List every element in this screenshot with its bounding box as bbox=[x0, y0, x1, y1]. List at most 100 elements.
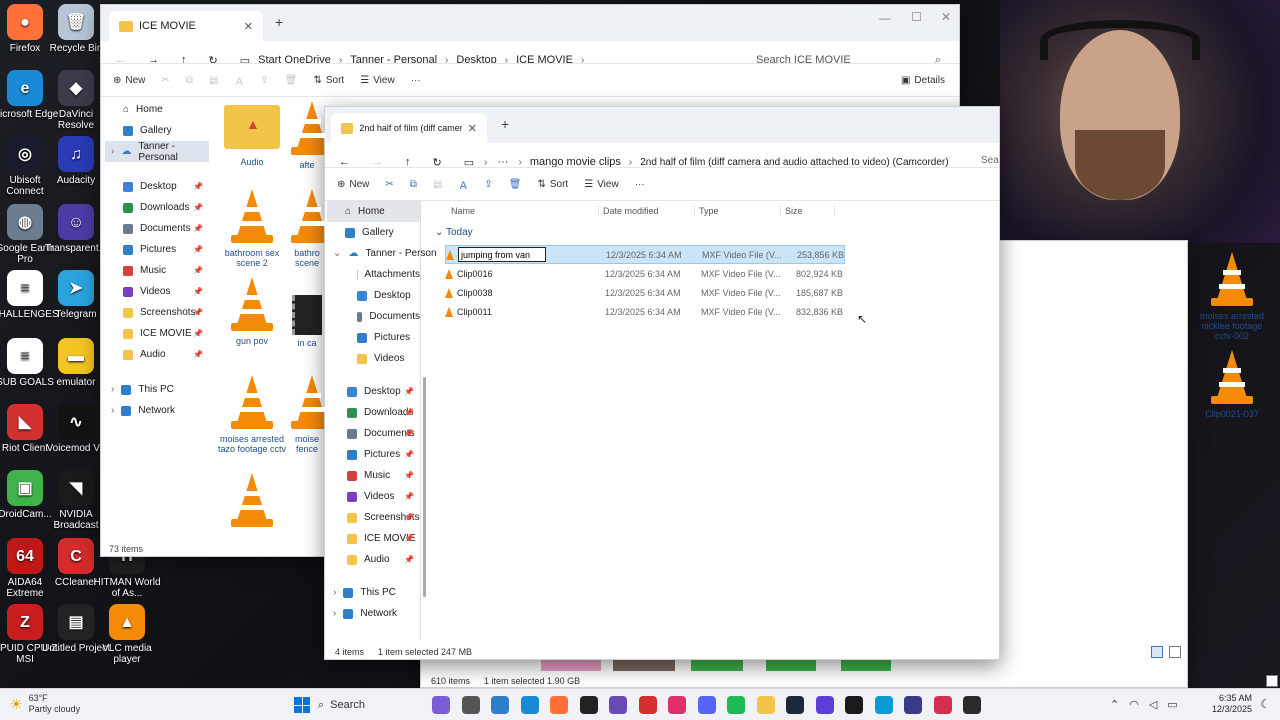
tab-2nd-half[interactable]: 2nd half of film (diff camera a ✕ bbox=[331, 113, 487, 143]
nav-item-ice-movie[interactable]: ICE MOVIE 📌 bbox=[105, 323, 209, 344]
rename-icon[interactable]: Ａ bbox=[450, 172, 476, 196]
app-icon[interactable] bbox=[963, 696, 981, 714]
copy-icon[interactable]: ⧉ bbox=[402, 172, 425, 196]
nav-item-screenshots[interactable]: Screenshots 📌 bbox=[105, 302, 209, 323]
wifi-icon[interactable]: ◠ bbox=[1129, 698, 1139, 711]
paste-icon[interactable]: ▤ bbox=[201, 68, 226, 92]
nav-scrollbar[interactable] bbox=[423, 377, 426, 597]
nav-item-attachments[interactable]: Attachments bbox=[327, 264, 420, 285]
desktop-icon[interactable]: ▲ VLC media player bbox=[92, 604, 162, 665]
maximize-icon[interactable]: ☐ bbox=[911, 10, 922, 24]
nav-item-music[interactable]: Music 📌 bbox=[327, 465, 420, 486]
nav-tanner-personal[interactable]: › ☁ Tanner - Personal bbox=[105, 141, 209, 163]
minimize-icon[interactable]: — bbox=[879, 11, 891, 25]
nav-gallery[interactable]: Gallery bbox=[105, 120, 209, 141]
right-file-clip0021[interactable]: Clip0021-037 bbox=[1197, 348, 1267, 419]
delete-icon[interactable]: 🗑 bbox=[277, 68, 306, 92]
share-icon[interactable]: ⇪ bbox=[476, 172, 500, 196]
firefox-icon[interactable] bbox=[550, 696, 568, 714]
nav-home[interactable]: ⌂ Home bbox=[327, 201, 420, 222]
file-bathro-scene[interactable]: bathro scene bbox=[287, 187, 327, 268]
spotify-icon[interactable] bbox=[727, 696, 745, 714]
start-button[interactable] bbox=[294, 697, 310, 713]
nav-item-pictures[interactable]: Pictures 📌 bbox=[327, 444, 420, 465]
view-button[interactable]: ☰ View bbox=[352, 68, 402, 92]
weather-widget[interactable]: ☀ 63°F Partly cloudy bbox=[10, 693, 80, 715]
nav-item-videos[interactable]: Videos 📌 bbox=[105, 281, 209, 302]
cut-icon[interactable]: ✂ bbox=[153, 68, 177, 92]
chevron-up-icon[interactable]: ⌃ bbox=[1110, 698, 1119, 711]
view-button[interactable]: ☰ View bbox=[576, 172, 626, 196]
file-row[interactable]: Clip0016 12/3/2025 6:34 AM MXF Video File … bbox=[445, 264, 845, 283]
obs-icon[interactable] bbox=[609, 696, 627, 714]
cut-icon[interactable]: ✂ bbox=[377, 172, 401, 196]
nav-item-documents[interactable]: Documents 📌 bbox=[327, 423, 420, 444]
more-options-button[interactable]: ··· bbox=[403, 68, 429, 92]
breadcrumb-2nd-half[interactable]: 2nd half of film (diff camera and audio … bbox=[632, 157, 956, 168]
file-explorer-icon[interactable] bbox=[491, 696, 509, 714]
clock[interactable]: 6:35 AM 12/3/2025 bbox=[1212, 693, 1252, 715]
volume-icon[interactable]: ◁ bbox=[1149, 698, 1157, 711]
file-row[interactable]: 12/3/2025 6:34 AM MXF Video File (V... 253… bbox=[445, 245, 845, 264]
search-input[interactable]: Sear bbox=[981, 155, 999, 166]
file-moises-arrested-tazo[interactable]: moises arrested tazo footage cctv bbox=[217, 373, 287, 454]
view-toggle-tiles[interactable] bbox=[1169, 646, 1181, 658]
new-tab-icon[interactable]: + bbox=[275, 14, 283, 30]
task-view-icon[interactable] bbox=[461, 696, 480, 714]
file-audio-folder[interactable]: ▲ Audio bbox=[217, 105, 287, 167]
fx-icon[interactable] bbox=[904, 696, 922, 714]
sort-button[interactable]: ⇅ Sort bbox=[305, 68, 352, 92]
nav-item-videos[interactable]: Videos bbox=[327, 348, 420, 369]
chatgpt-icon[interactable] bbox=[579, 696, 598, 714]
delete-icon[interactable]: 🗑 bbox=[501, 172, 530, 196]
nav-this-pc[interactable]: › This PC bbox=[105, 379, 209, 400]
file-partial[interactable] bbox=[217, 471, 287, 539]
taskbar-search[interactable]: ⌕ Search bbox=[318, 694, 418, 716]
nav-item-documents[interactable]: Documents bbox=[327, 306, 420, 327]
corner-toggle-icon[interactable] bbox=[1266, 675, 1278, 687]
file-bathroom-sex-scene-2[interactable]: bathroom sex scene 2 bbox=[217, 187, 287, 268]
group-today[interactable]: ⌄ Today bbox=[435, 227, 473, 238]
notification-icon[interactable]: ☾ bbox=[1260, 697, 1271, 711]
close-tab-icon[interactable]: ✕ bbox=[468, 122, 477, 135]
nav-item-downloads[interactable]: Downloads 📌 bbox=[327, 402, 420, 423]
new-button[interactable]: ⊕ New bbox=[105, 68, 153, 92]
nav-item-videos[interactable]: Videos 📌 bbox=[327, 486, 420, 507]
app-icon[interactable] bbox=[638, 696, 657, 714]
nav-network[interactable]: › Network bbox=[105, 400, 209, 421]
nav-item-audio[interactable]: Audio 📌 bbox=[105, 344, 209, 365]
nav-item-audio[interactable]: Audio 📌 bbox=[327, 549, 420, 570]
more-options-button[interactable]: ··· bbox=[627, 172, 653, 196]
file-row[interactable]: Clip0011 12/3/2025 6:34 AM MXF Video File … bbox=[445, 302, 845, 321]
new-tab-icon[interactable]: + bbox=[501, 116, 509, 132]
nav-item-pictures[interactable]: Pictures bbox=[327, 327, 420, 348]
tab-ice-movie[interactable]: ICE MOVIE ✕ bbox=[109, 11, 263, 41]
maps-icon[interactable] bbox=[933, 696, 952, 714]
view-toggle-details[interactable] bbox=[1151, 646, 1163, 658]
new-button[interactable]: ⊕ New bbox=[329, 172, 377, 196]
nav-item-screenshots[interactable]: Screenshots 📌 bbox=[327, 507, 420, 528]
widgets-icon[interactable] bbox=[432, 696, 450, 714]
file-in-ca[interactable]: in ca bbox=[287, 295, 327, 348]
column-name[interactable]: Name bbox=[433, 206, 599, 216]
nav-item-documents[interactable]: Documents 📌 bbox=[105, 218, 209, 239]
details-button[interactable]: ▣ Details bbox=[893, 68, 953, 92]
column-date[interactable]: Date modified bbox=[599, 206, 695, 216]
file-moise-fence[interactable]: moise fence bbox=[287, 373, 327, 454]
column-type[interactable]: Type bbox=[695, 206, 781, 216]
battery-icon[interactable]: ▭ bbox=[1167, 698, 1177, 711]
copy-icon[interactable]: ⧉ bbox=[178, 68, 201, 92]
rename-input[interactable] bbox=[458, 247, 546, 262]
right-file-moises-nicklee[interactable]: moises arrested nicklee footage cctv-002 bbox=[1197, 250, 1267, 341]
close-tab-icon[interactable]: ✕ bbox=[244, 20, 253, 33]
nav-item-desktop[interactable]: Desktop 📌 bbox=[105, 176, 209, 197]
nav-item-ice-movie[interactable]: ICE MOVIE 📌 bbox=[327, 528, 420, 549]
file-afte[interactable]: afte bbox=[287, 99, 327, 170]
nav-item-downloads[interactable]: Downloads 📌 bbox=[105, 197, 209, 218]
steam-icon[interactable] bbox=[786, 696, 804, 714]
explorer-icon[interactable] bbox=[756, 696, 775, 714]
file-row[interactable]: Clip0038 12/3/2025 6:34 AM MXF Video File … bbox=[445, 283, 845, 302]
nav-tanner-personal[interactable]: ⌄ ☁ Tanner - Person bbox=[327, 243, 437, 264]
nav-this-pc[interactable]: › This PC bbox=[327, 582, 420, 603]
nav-item-desktop[interactable]: Desktop 📌 bbox=[327, 381, 420, 402]
